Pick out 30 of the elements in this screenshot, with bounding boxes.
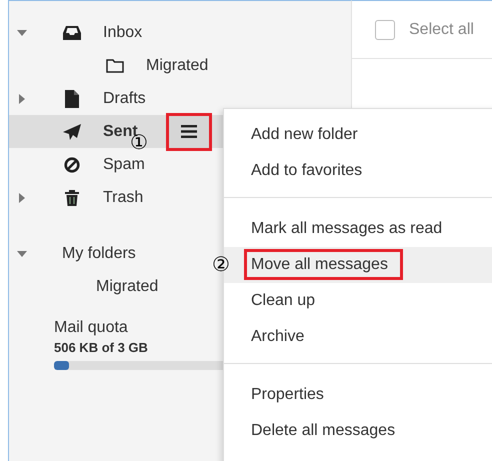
inbox-icon [63, 26, 81, 40]
menu-item[interactable]: Clean up [224, 283, 492, 319]
trash-icon [65, 190, 79, 206]
paper-plane-icon [63, 124, 81, 140]
quota-usage: 506 KB of 3 GB [54, 340, 149, 355]
folder-item[interactable]: Drafts [9, 82, 351, 115]
expand-toggle-icon[interactable] [17, 192, 27, 202]
select-all-checkbox[interactable] [375, 20, 395, 40]
folder-label: Migrated [146, 56, 208, 74]
folder-icon [106, 58, 124, 72]
section-heading: My folders [62, 244, 136, 262]
menu-item[interactable]: Properties [224, 377, 492, 413]
document-icon [65, 90, 79, 108]
quota-label: Mail quota [54, 319, 128, 337]
menu-button[interactable] [166, 112, 212, 150]
select-all-label: Select all [409, 20, 474, 38]
folder-label: Inbox [103, 24, 142, 42]
menu-item[interactable]: Delete all messages [224, 413, 492, 449]
expand-toggle-icon[interactable] [17, 28, 27, 38]
expand-toggle-icon[interactable] [17, 248, 27, 258]
folder-label: Drafts [103, 90, 146, 108]
expand-toggle-icon[interactable] [17, 94, 27, 104]
folder-item[interactable]: Inbox [9, 16, 351, 49]
folder-label: Spam [103, 156, 145, 174]
blocked-icon [64, 156, 80, 172]
folder-item[interactable]: Migrated [9, 49, 351, 82]
menu-item[interactable]: Mark all messages as read [224, 211, 492, 247]
folder-label: Trash [103, 188, 144, 206]
menu-icon [180, 125, 197, 138]
menu-item[interactable]: Archive [224, 319, 492, 355]
